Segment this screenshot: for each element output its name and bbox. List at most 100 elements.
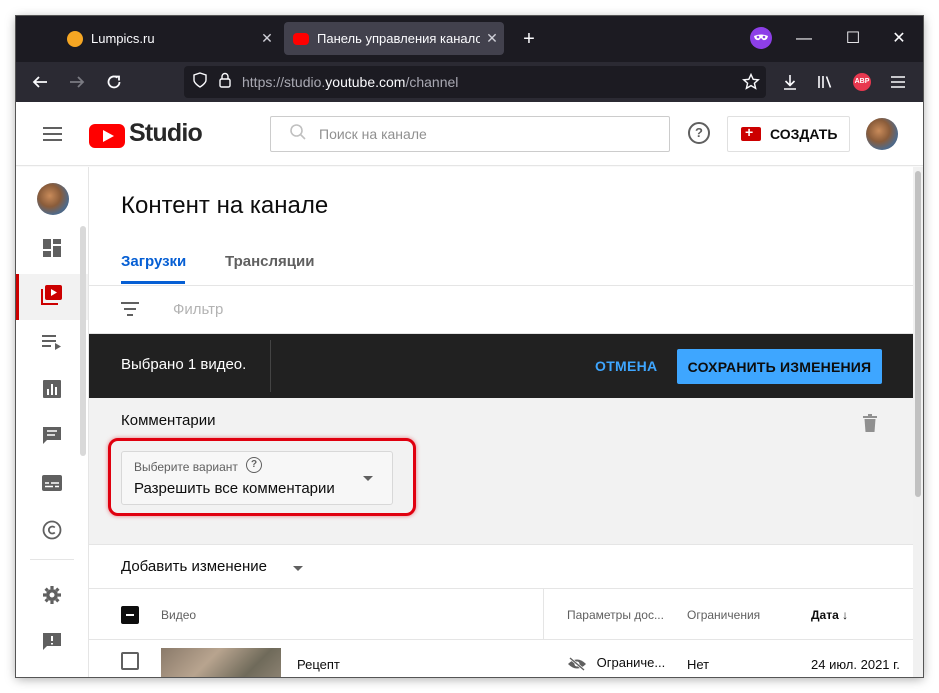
hamburger-menu-icon[interactable] <box>43 126 63 147</box>
create-label: СОЗДАТЬ <box>770 126 838 142</box>
add-change-dropdown[interactable]: Добавить изменение <box>89 544 913 588</box>
add-change-label: Добавить изменение <box>121 558 268 575</box>
date-header-label: Дата <box>811 608 839 622</box>
tab-title: Панель управления каналом <box>317 31 480 46</box>
private-mask-icon[interactable] <box>746 26 776 52</box>
analytics-icon <box>43 379 61 403</box>
url-path: /channel <box>405 74 459 90</box>
sidebar-item-dashboard[interactable] <box>16 227 88 273</box>
close-window-icon[interactable]: ✕ <box>884 26 914 52</box>
bookmark-star-icon[interactable] <box>738 69 764 95</box>
create-button[interactable]: СОЗДАТЬ <box>727 116 850 152</box>
new-tab-button[interactable]: + <box>516 26 542 52</box>
highlight-annotation <box>108 438 416 516</box>
maximize-icon[interactable]: ☐ <box>838 26 868 52</box>
column-header-date[interactable]: Дата ↓ <box>811 608 848 622</box>
date-cell: 24 июл. 2021 г. <box>811 657 900 672</box>
settings-gear-icon <box>42 585 62 610</box>
back-arrow-icon[interactable] <box>27 69 53 95</box>
sidebar-item-copyright[interactable] <box>16 509 88 555</box>
comments-icon <box>42 426 62 451</box>
youtube-favicon-icon <box>293 32 309 45</box>
bulk-edit-panel: Комментарии Выберите вариант ? Разрешить… <box>89 398 913 544</box>
url-text[interactable]: https://studio.youtube.com/channel <box>242 74 458 90</box>
adblock-badge: ABP <box>853 73 871 91</box>
column-header-restrictions[interactable]: Ограничения <box>687 608 760 622</box>
tab-title: Lumpics.ru <box>91 31 155 46</box>
tab-strip: Lumpics.ru ✕ Панель управления каналом ✕… <box>16 16 923 62</box>
content-icon <box>41 284 63 311</box>
channel-content-main: Контент на канале Загрузки Трансляции Фи… <box>89 167 913 677</box>
sidebar-divider <box>30 559 74 560</box>
active-indicator <box>16 274 19 320</box>
sidebar-scrollbar[interactable] <box>80 226 86 456</box>
main-scrollbar[interactable] <box>913 167 923 677</box>
nav-bar: https://studio.youtube.com/channel ABP <box>16 62 923 102</box>
visibility-value: Ограниче... <box>596 655 666 670</box>
sidebar-item-analytics[interactable] <box>16 368 88 414</box>
tab-uploads[interactable]: Загрузки <box>121 253 186 270</box>
adblock-extension-icon[interactable]: ABP <box>849 69 875 95</box>
select-all-checkbox[interactable] <box>121 606 139 624</box>
page-content: Studio Поиск на канале ? СОЗДАТЬ <box>16 102 923 677</box>
subtitles-icon <box>42 474 62 496</box>
column-header-visibility[interactable]: Параметры дос... <box>567 608 664 622</box>
sidebar-item-settings[interactable] <box>16 574 88 620</box>
download-icon[interactable] <box>777 69 803 95</box>
studio-sidebar <box>16 167 89 677</box>
tab-live[interactable]: Трансляции <box>225 253 314 270</box>
video-thumbnail[interactable] <box>161 648 281 677</box>
scrollbar-thumb[interactable] <box>915 171 921 497</box>
selected-count-text: Выбрано 1 видео. <box>121 356 247 373</box>
address-bar[interactable]: https://studio.youtube.com/channel <box>184 66 766 98</box>
eye-off-icon <box>567 655 587 671</box>
studio-logo-text[interactable]: Studio <box>129 119 203 148</box>
forward-arrow-icon[interactable] <box>64 69 90 95</box>
search-placeholder: Поиск на канале <box>319 126 427 142</box>
account-avatar[interactable] <box>866 118 898 150</box>
close-tab-icon[interactable]: ✕ <box>255 30 279 47</box>
help-icon[interactable]: ? <box>688 122 710 144</box>
menu-hamburger-icon[interactable] <box>885 69 911 95</box>
shield-icon[interactable] <box>192 71 208 93</box>
url-prefix: https://studio. <box>242 74 326 90</box>
row-checkbox[interactable] <box>121 652 139 670</box>
visibility-cell[interactable]: Ограниче... <box>567 655 665 671</box>
reload-icon[interactable] <box>101 69 127 95</box>
filter-icon[interactable] <box>121 302 139 316</box>
table-header-row: Видео Параметры дос... Ограничения Дата … <box>89 588 913 677</box>
delete-trash-icon[interactable] <box>863 414 877 432</box>
save-changes-button[interactable]: СОХРАНИТЬ ИЗМЕНЕНИЯ <box>677 349 882 384</box>
comments-section-label: Комментарии <box>121 412 216 429</box>
filter-placeholder[interactable]: Фильтр <box>173 301 223 318</box>
create-video-icon <box>741 124 761 141</box>
channel-avatar[interactable] <box>37 183 69 215</box>
video-title[interactable]: Рецепт <box>297 657 340 672</box>
browser-tab-youtube-studio[interactable]: Панель управления каналом ✕ <box>284 22 504 55</box>
cancel-button[interactable]: ОТМЕНА <box>595 358 657 374</box>
filter-bar[interactable]: Фильтр <box>89 286 913 334</box>
sidebar-item-feedback[interactable] <box>16 621 88 667</box>
playlists-icon <box>42 334 62 355</box>
sidebar-item-subtitles[interactable] <box>16 462 88 508</box>
sidebar-item-content[interactable] <box>16 274 88 320</box>
url-domain: youtube.com <box>325 74 406 90</box>
table-row[interactable]: Рецепт Ограниче... Нет 24 июл. 2021 г. <box>89 640 913 677</box>
dashboard-icon <box>42 238 62 263</box>
library-icon[interactable] <box>812 69 838 95</box>
search-icon <box>289 123 307 146</box>
lock-icon[interactable] <box>218 72 232 93</box>
youtube-logo-icon[interactable] <box>89 124 125 148</box>
studio-header: Studio Поиск на канале ? СОЗДАТЬ <box>16 102 923 166</box>
minimize-icon[interactable]: — <box>789 26 819 52</box>
bulk-action-bar: Выбрано 1 видео. ОТМЕНА СОХРАНИТЬ ИЗМЕНЕ… <box>89 334 913 398</box>
copyright-icon <box>42 520 62 545</box>
sort-down-arrow-icon: ↓ <box>842 608 849 622</box>
browser-tab-lumpics[interactable]: Lumpics.ru ✕ <box>58 22 279 55</box>
dropdown-caret-icon <box>293 566 303 571</box>
sidebar-item-playlists[interactable] <box>16 321 88 367</box>
close-tab-icon[interactable]: ✕ <box>480 30 504 47</box>
sidebar-item-comments[interactable] <box>16 415 88 461</box>
channel-search-input[interactable]: Поиск на канале <box>270 116 670 152</box>
lumpics-favicon-icon <box>67 30 83 47</box>
